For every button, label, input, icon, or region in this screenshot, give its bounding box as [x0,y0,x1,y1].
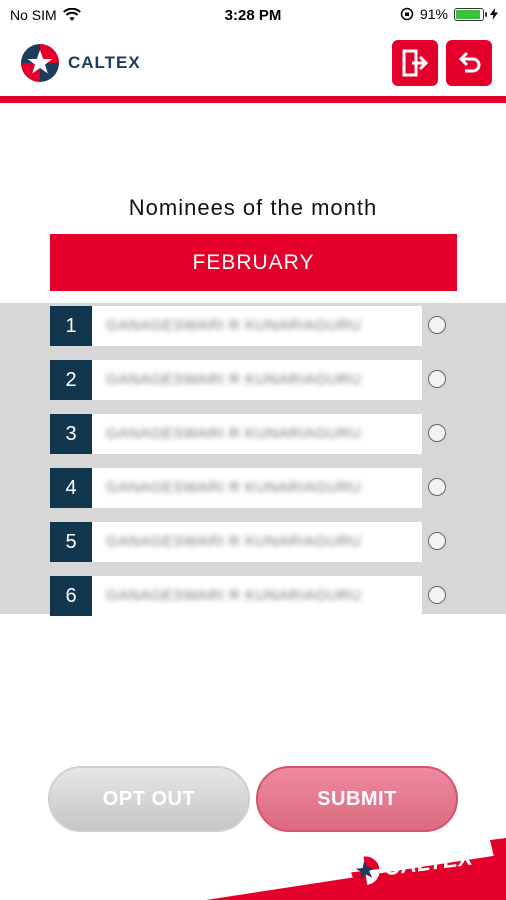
nominee-row[interactable]: 1 GANAGESWARI R KUNARIAGURU [50,306,460,346]
nominee-radio[interactable] [428,424,446,442]
nominee-name-box: GANAGESWARI R KUNARIAGURU [92,468,422,508]
nominee-name: GANAGESWARI R KUNARIAGURU [106,317,362,334]
header-divider [0,96,506,103]
nominee-name: GANAGESWARI R KUNARIAGURU [106,371,362,388]
nominee-row[interactable]: 5 GANAGESWARI R KUNARIAGURU [50,522,460,562]
nominee-name: GANAGESWARI R KUNARIAGURU [106,587,362,604]
page-title: Nominees of the month [128,195,378,220]
caltex-star-logo-icon [21,44,59,82]
battery-icon [454,7,487,21]
nominee-radio[interactable] [428,532,446,550]
nominee-radio[interactable] [428,316,446,334]
month-banner: FEBRUARY [50,234,457,291]
nominee-number: 3 [50,414,92,454]
nominee-number: 5 [50,522,92,562]
status-bar: No SIM 3:28 PM 91% [0,0,506,30]
nominee-name: GANAGESWARI R KUNARIAGURU [106,425,362,442]
back-button[interactable] [446,40,492,86]
caltex-star-logo-icon [351,856,380,885]
nominee-list [0,303,506,614]
battery-percent: 91% [419,6,448,22]
nominee-name-box: GANAGESWARI R KUNARIAGURU [92,306,422,346]
nominee-name: GANAGESWARI R KUNARIAGURU [106,533,362,550]
logout-button[interactable] [392,40,438,86]
caltex-logo: CALTEX [20,43,141,83]
nominee-number: 1 [50,306,92,346]
logo-text: CALTEX [68,53,141,72]
nominee-row[interactable]: 3 GANAGESWARI R KUNARIAGURU [50,414,460,454]
nominee-name-box: GANAGESWARI R KUNARIAGURU [92,360,422,400]
nominee-number: 6 [50,576,92,616]
undo-arrow-icon [458,51,481,73]
nominee-name: GANAGESWARI R KUNARIAGURU [106,479,362,496]
app-header: CALTEX [0,30,506,96]
nominee-number: 2 [50,360,92,400]
submit-button[interactable]: SUBMIT [256,766,458,832]
charging-bolt-icon [490,8,498,20]
nominee-name-box: GANAGESWARI R KUNARIAGURU [92,522,422,562]
footer-banner: ENJOY THE JOURNEY CALTEX [0,836,506,900]
nominee-radio[interactable] [428,586,446,604]
orientation-lock-icon [400,7,414,21]
opt-out-button[interactable]: OPT OUT [48,766,250,832]
nominee-radio[interactable] [428,478,446,496]
nominee-name-box: GANAGESWARI R KUNARIAGURU [92,576,422,616]
logout-icon [402,49,429,77]
nominee-number: 4 [50,468,92,508]
nominee-row[interactable]: 6 GANAGESWARI R KUNARIAGURU [50,576,460,616]
nominee-row[interactable]: 2 GANAGESWARI R KUNARIAGURU [50,360,460,400]
nominee-name-box: GANAGESWARI R KUNARIAGURU [92,414,422,454]
nominee-row[interactable]: 4 GANAGESWARI R KUNARIAGURU [50,468,460,508]
nominee-radio[interactable] [428,370,446,388]
